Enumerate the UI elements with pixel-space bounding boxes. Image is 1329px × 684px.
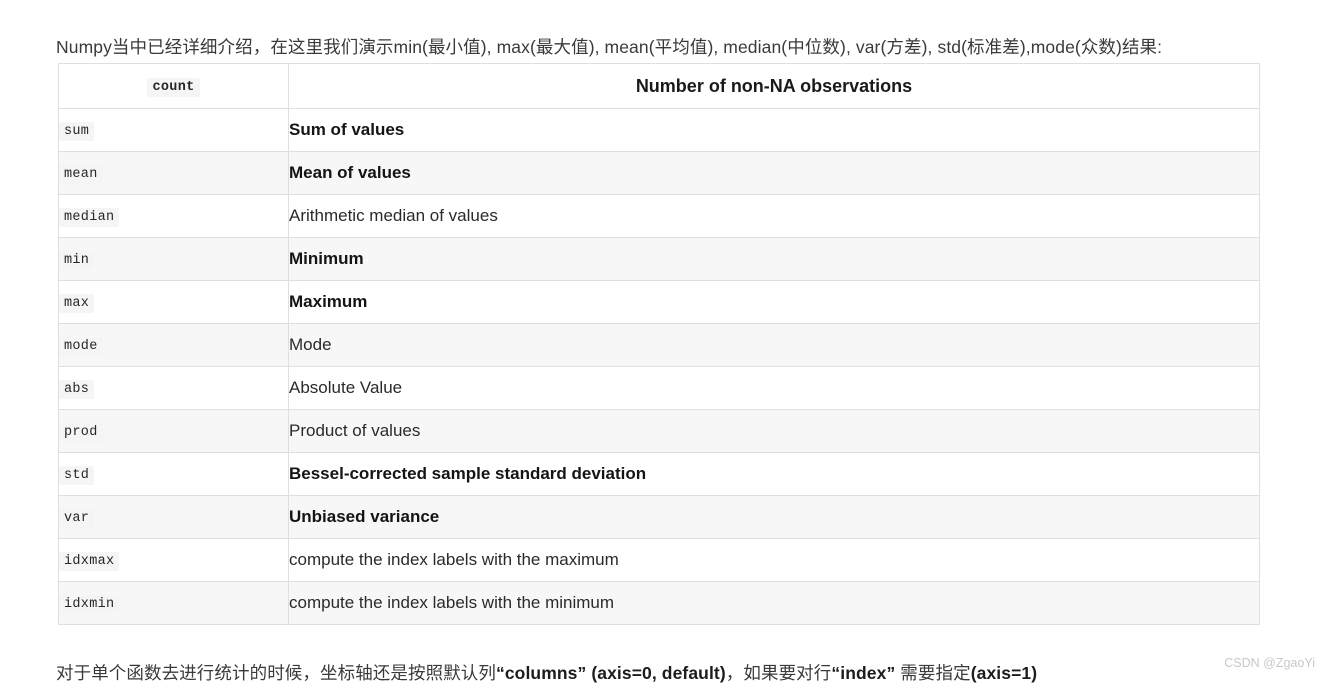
method-code-badge: std: [59, 466, 95, 485]
table-cell-description: compute the index labels with the minimu…: [288, 581, 1260, 625]
table-row: prod Product of values: [58, 409, 1260, 453]
header-code-badge: count: [147, 78, 200, 97]
table-cell-description: Unbiased variance: [288, 495, 1260, 539]
table-cell-description: Sum of values: [288, 108, 1260, 152]
method-code-badge: var: [59, 509, 95, 528]
table-cell-method: prod: [58, 409, 289, 453]
table-cell-description: Absolute Value: [288, 366, 1260, 410]
outro-text-part2: ，如果要对行: [725, 662, 832, 683]
table-cell-method: var: [58, 495, 289, 539]
method-code-badge: prod: [59, 423, 103, 442]
statistics-method-table-container: count Number of non-NA observations sum S…: [58, 63, 1260, 625]
table-header: count Number of non-NA observations: [58, 63, 1260, 109]
outro-bold-columns: “columns” (axis=0, default): [496, 662, 726, 683]
table-cell-method: sum: [58, 108, 289, 152]
outro-bold-index: “index”: [831, 662, 896, 683]
statistics-method-table: count Number of non-NA observations sum S…: [58, 63, 1260, 625]
table-cell-method: idxmin: [58, 581, 289, 625]
table-cell-method: mode: [58, 323, 289, 367]
table-row: std Bessel-corrected sample standard devi…: [58, 452, 1260, 496]
table-cell-method: min: [58, 237, 289, 281]
table-cell-method: median: [58, 194, 289, 238]
method-code-badge: idxmin: [59, 595, 120, 614]
outro-text-part1: 对于单个函数去进行统计的时候，坐标轴还是按照默认列: [56, 662, 496, 683]
table-body: sum Sum of values mean Mean of values median…: [58, 108, 1260, 625]
method-code-badge: min: [59, 251, 95, 270]
watermark: CSDN @ZgaoYi: [1224, 656, 1315, 670]
table-row: idxmin compute the index labels with the …: [58, 581, 1260, 625]
outro-bold-axis: (axis=1): [970, 662, 1038, 683]
table-row: sum Sum of values: [58, 108, 1260, 152]
table-cell-description: Mean of values: [288, 151, 1260, 195]
table-row: var Unbiased variance: [58, 495, 1260, 539]
outro-text-part3: 需要指定: [895, 662, 971, 683]
method-code-badge: sum: [59, 122, 95, 141]
table-row: median Arithmetic median of values: [58, 194, 1260, 238]
method-code-badge: mode: [59, 337, 103, 356]
method-code-badge: idxmax: [59, 552, 120, 571]
table-cell-description: Arithmetic median of values: [288, 194, 1260, 238]
table-cell-description: Product of values: [288, 409, 1260, 453]
table-row: max Maximum: [58, 280, 1260, 324]
table-cell-description: Mode: [288, 323, 1260, 367]
column-header-method: count: [58, 63, 289, 109]
table-cell-method: abs: [58, 366, 289, 410]
method-code-badge: max: [59, 294, 95, 313]
table-cell-method: std: [58, 452, 289, 496]
method-code-badge: abs: [59, 380, 95, 399]
table-cell-description: Minimum: [288, 237, 1260, 281]
table-header-row: count Number of non-NA observations: [58, 63, 1260, 109]
outro-paragraph: 对于单个函数去进行统计的时候，坐标轴还是按照默认列“columns” (axis…: [56, 662, 1037, 684]
column-header-description: Number of non-NA observations: [288, 63, 1260, 109]
table-row: idxmax compute the index labels with the …: [58, 538, 1260, 582]
method-code-badge: mean: [59, 165, 103, 184]
intro-paragraph: Numpy当中已经详细介绍，在这里我们演示min(最小值), max(最大值),…: [56, 36, 1163, 57]
table-row: mean Mean of values: [58, 151, 1260, 195]
table-cell-method: mean: [58, 151, 289, 195]
table-row: abs Absolute Value: [58, 366, 1260, 410]
table-row: mode Mode: [58, 323, 1260, 367]
table-cell-method: max: [58, 280, 289, 324]
table-cell-description: compute the index labels with the maximu…: [288, 538, 1260, 582]
method-code-badge: median: [59, 208, 120, 227]
table-cell-method: idxmax: [58, 538, 289, 582]
table-row: min Minimum: [58, 237, 1260, 281]
table-cell-description: Bessel-corrected sample standard deviati…: [288, 452, 1260, 496]
document-page: Numpy当中已经详细介绍，在这里我们演示min(最小值), max(最大值),…: [0, 0, 1329, 683]
table-cell-description: Maximum: [288, 280, 1260, 324]
